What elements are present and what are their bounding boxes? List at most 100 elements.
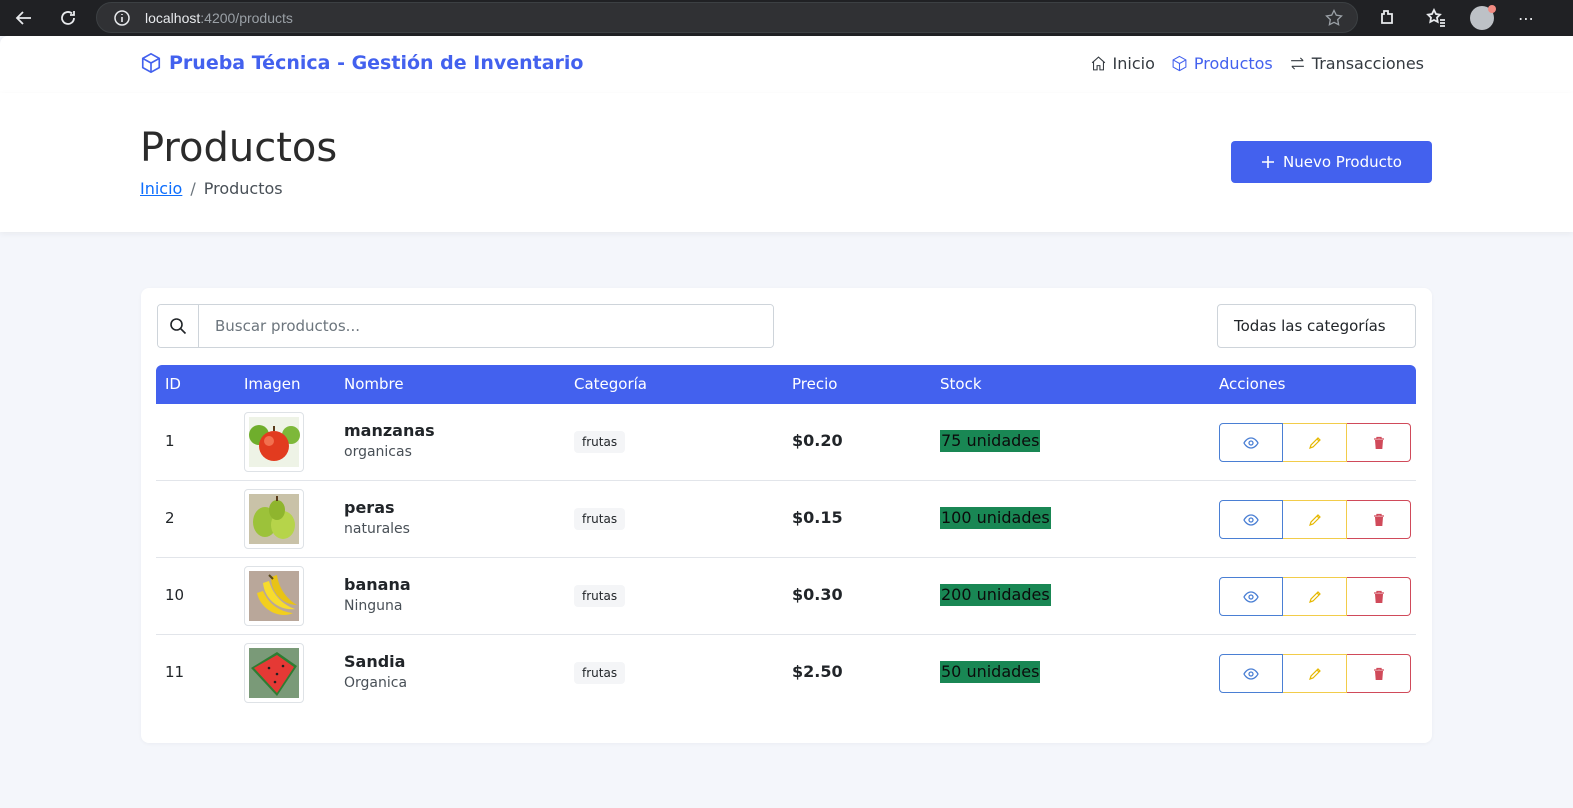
trash-icon — [1373, 667, 1384, 680]
row-actions — [1219, 654, 1411, 693]
col-stock: Stock — [940, 375, 982, 393]
box-icon — [141, 52, 161, 74]
reload-icon[interactable] — [57, 7, 79, 29]
view-button[interactable] — [1219, 654, 1283, 693]
nav-link-productos[interactable]: Productos — [1171, 54, 1273, 73]
nav-link-label: Inicio — [1112, 54, 1155, 73]
delete-button[interactable] — [1347, 500, 1411, 539]
product-price: $0.20 — [792, 431, 843, 450]
search-icon — [158, 305, 199, 347]
nav-link-label: Transacciones — [1311, 54, 1424, 73]
table-row: 2 peras naturales frutas $0.15 100 unida… — [156, 481, 1416, 558]
product-description: Ninguna — [344, 598, 403, 614]
edit-button[interactable] — [1283, 577, 1347, 616]
edit-button[interactable] — [1283, 654, 1347, 693]
product-name: banana — [344, 575, 411, 594]
new-product-label: Nuevo Producto — [1283, 153, 1402, 171]
eye-icon — [1243, 513, 1259, 526]
site-info-icon[interactable] — [113, 9, 131, 27]
category-select[interactable]: Todas las categorías — [1217, 304, 1416, 348]
favorites-icon[interactable] — [1425, 7, 1447, 29]
edit-button[interactable] — [1283, 423, 1347, 462]
product-image-pear — [244, 489, 304, 549]
search-input[interactable] — [199, 305, 773, 347]
product-name-cell: banana Ninguna — [344, 575, 411, 614]
view-button[interactable] — [1219, 423, 1283, 462]
brand[interactable]: Prueba Técnica - Gestión de Inventario — [140, 52, 583, 74]
trash-icon — [1373, 590, 1384, 603]
app-navbar: Prueba Técnica - Gestión de Inventario I… — [0, 36, 1573, 93]
breadcrumb-current: Productos — [203, 179, 283, 198]
extensions-icon[interactable] — [1376, 7, 1398, 29]
delete-button[interactable] — [1347, 654, 1411, 693]
product-image-banana — [244, 566, 304, 626]
nav-link-inicio[interactable]: Inicio — [1090, 54, 1155, 73]
stock-badge: 200 unidades — [940, 584, 1051, 606]
row-id: 10 — [165, 586, 185, 604]
pencil-icon — [1308, 667, 1321, 680]
profile-avatar[interactable] — [1470, 5, 1496, 30]
product-description: Organica — [344, 675, 408, 691]
new-product-button[interactable]: Nuevo Producto — [1231, 141, 1432, 183]
product-price: $0.30 — [792, 585, 843, 604]
col-id: ID — [165, 375, 181, 393]
product-price: $0.15 — [792, 508, 843, 527]
brand-title: Prueba Técnica - Gestión de Inventario — [169, 52, 584, 74]
stock-badge: 100 unidades — [940, 507, 1051, 529]
plus-icon — [1262, 156, 1275, 168]
products-card: Todas las categorías ID Imagen Nombre Ca… — [141, 288, 1432, 743]
eye-icon — [1243, 436, 1259, 449]
nav-link-transacciones[interactable]: Transacciones — [1289, 54, 1424, 73]
row-id: 2 — [165, 509, 175, 527]
row-id: 11 — [165, 663, 185, 681]
nav-link-label: Productos — [1193, 54, 1273, 73]
stock-badge: 75 unidades — [940, 430, 1041, 452]
row-actions — [1219, 423, 1411, 462]
pencil-icon — [1308, 436, 1321, 449]
row-actions — [1219, 500, 1411, 539]
category-badge: frutas — [574, 508, 626, 530]
url-text: localhost:4200/products — [145, 10, 293, 26]
product-name: Sandia — [344, 652, 406, 671]
product-description: organicas — [344, 444, 412, 460]
product-name: manzanas — [344, 421, 435, 440]
col-acciones: Acciones — [1219, 375, 1286, 393]
address-bar[interactable]: localhost:4200/products — [96, 2, 1358, 33]
delete-button[interactable] — [1347, 423, 1411, 462]
breadcrumb: Inicio / Productos — [140, 179, 283, 198]
more-menu-icon[interactable]: ⋯ — [1515, 7, 1537, 29]
arrows-exchange-icon — [1290, 57, 1304, 70]
eye-icon — [1243, 667, 1259, 680]
edit-button[interactable] — [1283, 500, 1347, 539]
category-badge: frutas — [574, 662, 626, 684]
home-icon — [1091, 56, 1105, 71]
breadcrumb-home-link[interactable]: Inicio — [140, 179, 182, 198]
category-badge: frutas — [574, 585, 626, 607]
category-badge: frutas — [574, 431, 626, 453]
product-price: $2.50 — [792, 662, 843, 681]
breadcrumb-separator: / — [190, 179, 196, 198]
browser-toolbar: localhost:4200/products ⋯ — [0, 0, 1573, 36]
pencil-icon — [1308, 590, 1321, 603]
table-row: 10 banana Ninguna frutas $0.30 200 unida… — [156, 558, 1416, 635]
pencil-icon — [1308, 513, 1321, 526]
page-header: Productos Inicio / Productos Nuevo Product… — [0, 93, 1573, 232]
delete-button[interactable] — [1347, 577, 1411, 616]
view-button[interactable] — [1219, 577, 1283, 616]
back-arrow-icon[interactable] — [13, 7, 35, 29]
table-row: 1 manzanas organicas frutas $0.20 75 uni… — [156, 404, 1416, 481]
page-title: Productos — [140, 125, 338, 171]
product-description: naturales — [344, 521, 410, 537]
search-group — [157, 304, 774, 348]
view-button[interactable] — [1219, 500, 1283, 539]
product-name-cell: peras naturales — [344, 498, 410, 537]
trash-icon — [1373, 513, 1384, 526]
col-imagen: Imagen — [244, 375, 301, 393]
row-id: 1 — [165, 432, 175, 450]
col-nombre: Nombre — [344, 375, 404, 393]
col-precio: Precio — [792, 375, 838, 393]
product-name-cell: manzanas organicas — [344, 421, 435, 460]
bookmark-star-icon[interactable] — [1325, 9, 1343, 27]
table-header: ID Imagen Nombre Categoría Precio Stock … — [156, 365, 1416, 404]
box-icon — [1172, 55, 1187, 72]
